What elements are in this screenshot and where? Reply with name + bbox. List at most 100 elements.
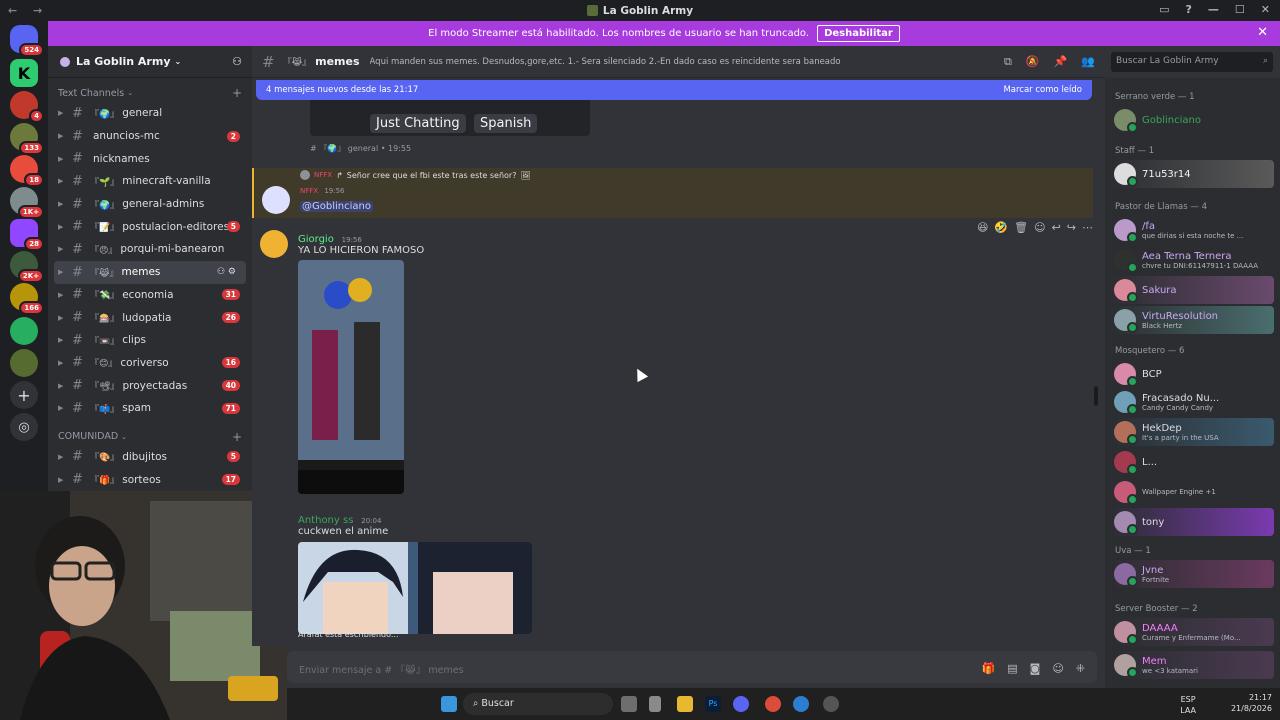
- app-icon[interactable]: [823, 696, 839, 712]
- member-item[interactable]: Goblinciano: [1111, 106, 1274, 134]
- more-icon[interactable]: ⋯: [1082, 221, 1093, 234]
- add-reaction-icon[interactable]: ☺: [1034, 221, 1045, 234]
- apps-icon[interactable]: ⁜: [1076, 662, 1085, 675]
- scrollbar[interactable]: [1094, 386, 1098, 406]
- gif-icon[interactable]: ▤: [1007, 662, 1017, 675]
- add-channel-icon[interactable]: +: [232, 86, 242, 100]
- reply-preview[interactable]: NFFX ↱ Señor cree que el fbi este tras e…: [300, 170, 531, 180]
- server-icon[interactable]: 18: [10, 155, 44, 187]
- channel-item-economia[interactable]: ▶ # 『💸』 economia 31: [48, 284, 252, 307]
- member-item[interactable]: Sakura: [1111, 276, 1274, 304]
- member-item[interactable]: DAAAA Curame y Enfermame (Mo...: [1111, 618, 1274, 646]
- start-icon[interactable]: [441, 696, 457, 712]
- server-icon[interactable]: [10, 349, 38, 377]
- server-icon[interactable]: 4: [10, 91, 44, 123]
- reaction-icon[interactable]: 😆: [977, 221, 988, 234]
- server-header[interactable]: La Goblin Army ⌄ ⚇: [48, 46, 252, 78]
- stream-tag[interactable]: Spanish: [474, 114, 538, 133]
- search-input[interactable]: Buscar La Goblin Army ⌕: [1111, 52, 1273, 72]
- maximize-button[interactable]: ☐: [1235, 3, 1245, 16]
- avatar[interactable]: [262, 186, 290, 214]
- message-image[interactable]: [298, 542, 532, 634]
- mark-read-button[interactable]: Marcar como leído: [1003, 85, 1082, 95]
- channel-item-ludopatia[interactable]: ▶ # 『🎰』 ludopatia 26: [48, 306, 252, 329]
- nav-arrows[interactable]: ← →: [8, 4, 48, 17]
- member-item[interactable]: VirtuResolution Black Hertz: [1111, 306, 1274, 334]
- emoji-icon[interactable]: ☺: [1052, 662, 1063, 675]
- direct-messages-icon[interactable]: 524: [10, 25, 44, 57]
- gift-icon[interactable]: 🎁: [982, 662, 996, 675]
- channel-topic[interactable]: Aqui manden sus memes. Desnudos,gore,etc…: [370, 57, 995, 67]
- add-channel-icon[interactable]: +: [232, 430, 242, 444]
- category-text-channels[interactable]: Text Channels ⌄ +: [48, 84, 252, 102]
- task-view-icon[interactable]: [621, 696, 637, 712]
- reply-icon[interactable]: ↩: [1052, 221, 1061, 234]
- inbox-icon[interactable]: ▭: [1159, 3, 1169, 16]
- clock-time[interactable]: 21:17: [1231, 692, 1272, 703]
- username[interactable]: Giorgio: [298, 234, 334, 245]
- member-item[interactable]: 71u53r14: [1111, 160, 1274, 188]
- language-indicator[interactable]: ESP LAA: [1180, 694, 1196, 716]
- member-item[interactable]: Mem we <3 katamari: [1111, 651, 1274, 679]
- channel-item-dibujitos[interactable]: ▶ # 『🎨』 dibujitos 5: [48, 446, 252, 469]
- reaction-icon[interactable]: 🤣: [994, 221, 1008, 234]
- member-item[interactable]: Aea Terna Ternera chvre tu DNI:61147911-1…: [1111, 246, 1274, 274]
- channel-item-proyectadas[interactable]: ▶ # 『📽』 proyectadas 40: [48, 374, 252, 397]
- reaction-icon[interactable]: 🗑: [1014, 221, 1028, 234]
- stream-tag[interactable]: Just Chatting: [370, 114, 466, 133]
- user-mention[interactable]: @Goblinciano: [300, 201, 373, 212]
- close-icon[interactable]: ✕: [1257, 25, 1268, 40]
- server-icon[interactable]: 166: [10, 283, 44, 315]
- channel-item-sorteos[interactable]: ▶ # 『🎁』 sorteos 17: [48, 468, 252, 491]
- channel-settings-icon[interactable]: ⚇ ⚙: [217, 267, 236, 277]
- taskbar-search[interactable]: ⌕ Buscar: [463, 693, 613, 715]
- file-explorer-icon[interactable]: [677, 696, 693, 712]
- twitch-server-icon[interactable]: 28: [10, 219, 44, 251]
- mute-bell-icon[interactable]: 🔕: [1026, 55, 1040, 69]
- channel-item-anuncios-mc[interactable]: ▶ # anuncios-mc 2: [48, 125, 252, 148]
- disable-streamer-button[interactable]: Deshabilitar: [817, 25, 900, 42]
- member-item[interactable]: Fracasado Nu... Candy Candy Candy: [1111, 388, 1274, 416]
- channel-item-coriverso[interactable]: ▶ # 『😊』 coriverso 16: [48, 352, 252, 375]
- author-tag[interactable]: NFFX: [300, 187, 318, 195]
- close-window-button[interactable]: ✕: [1261, 3, 1270, 16]
- app-icon[interactable]: [649, 696, 661, 712]
- channel-item-general[interactable]: ▶ # 『🌍』 general: [48, 102, 252, 125]
- server-icon[interactable]: 1K+: [10, 187, 44, 219]
- username[interactable]: Anthony ss: [298, 515, 353, 526]
- channel-item-general-admins[interactable]: ▶ # 『🌍』 general-admins: [48, 193, 252, 216]
- forward-icon[interactable]: ↪: [1067, 221, 1076, 234]
- discord-icon[interactable]: [733, 696, 749, 712]
- member-item[interactable]: Jvne Fortnite: [1111, 560, 1274, 588]
- member-item[interactable]: BCP: [1111, 360, 1274, 388]
- channel-item-nicknames[interactable]: ▶ # nicknames: [48, 147, 252, 170]
- server-icon[interactable]: 133: [10, 123, 44, 155]
- photoshop-icon[interactable]: Ps: [705, 696, 721, 712]
- member-item[interactable]: Wallpaper Engine +1: [1111, 478, 1274, 506]
- member-item[interactable]: tony: [1111, 508, 1274, 536]
- member-item[interactable]: /fa que dirias si esta noche te ...: [1111, 216, 1274, 244]
- avatar[interactable]: [260, 230, 288, 258]
- server-icon-k[interactable]: K: [10, 59, 38, 87]
- clock-date[interactable]: 21/8/2026: [1231, 703, 1272, 714]
- channel-item-postulacion-editores[interactable]: ▶ # 『📝』 postulacion-editores 5: [48, 215, 252, 238]
- ref-channel[interactable]: general: [348, 144, 378, 153]
- server-icon[interactable]: [10, 317, 38, 345]
- channel-item-clips[interactable]: ▶ # 『📼』 clips: [48, 329, 252, 352]
- discover-icon[interactable]: ◎: [10, 413, 38, 441]
- channel-item-porqui-mi-banearon[interactable]: ▶ # 『😠』 porqui-mi-banearon: [48, 238, 252, 261]
- channel-item-minecraft-vanilla[interactable]: ▶ # 『🌱』 minecraft-vanilla: [48, 170, 252, 193]
- message-input[interactable]: Enviar mensaje a # 『😹』 memes 🎁 ▤ ◙ ☺ ⁜: [287, 651, 1097, 683]
- members-icon[interactable]: 👥: [1081, 55, 1095, 69]
- message-image[interactable]: [298, 260, 404, 494]
- app-icon[interactable]: [793, 696, 809, 712]
- category-comunidad[interactable]: COMUNIDAD ⌄ +: [48, 428, 252, 446]
- channel-item-memes[interactable]: ▶ # 『😹』 memes ⚇ ⚙: [54, 260, 246, 284]
- chrome-icon[interactable]: [765, 696, 781, 712]
- server-icon[interactable]: 2K+: [10, 251, 44, 283]
- member-item[interactable]: L...: [1111, 448, 1274, 476]
- pin-icon[interactable]: 📌: [1054, 55, 1068, 69]
- add-member-icon[interactable]: ⚇: [232, 55, 242, 68]
- minimize-button[interactable]: —: [1208, 3, 1219, 16]
- add-server-icon[interactable]: +: [10, 381, 38, 409]
